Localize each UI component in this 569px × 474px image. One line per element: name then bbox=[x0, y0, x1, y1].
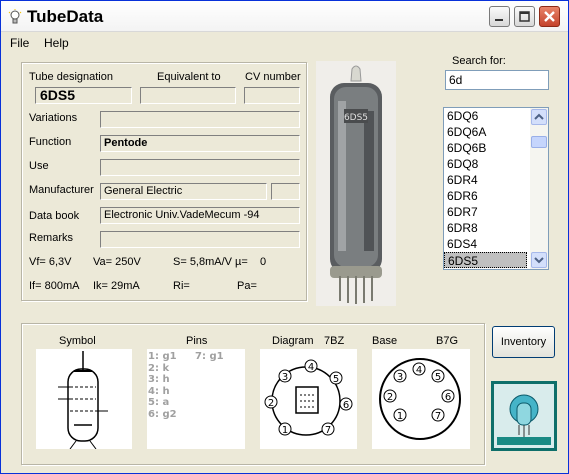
list-item[interactable]: 6DQ8 bbox=[444, 156, 530, 172]
remarks-field[interactable] bbox=[100, 231, 300, 248]
base-pin-7: 7 bbox=[435, 411, 441, 422]
diagram-code: 7BZ bbox=[324, 335, 345, 347]
manufacturer-label: Manufacturer bbox=[29, 184, 94, 196]
pin-entry: 1: g1 bbox=[148, 351, 177, 362]
mu-label: µ= bbox=[235, 256, 248, 268]
scroll-down-button[interactable] bbox=[531, 252, 547, 268]
list-item[interactable]: 6DQ6A bbox=[444, 124, 530, 140]
results-listbox[interactable]: 6DQ6 6DQ6A 6DQ6B 6DQ8 6DR4 6DR6 6DR7 6DR… bbox=[443, 107, 549, 270]
cv-number-label: CV number bbox=[245, 71, 301, 83]
minimize-button[interactable] bbox=[489, 6, 510, 27]
base-pin-5: 5 bbox=[435, 372, 441, 383]
maximize-icon bbox=[519, 11, 530, 22]
close-icon bbox=[544, 11, 555, 22]
pa-value: Pa= bbox=[237, 280, 257, 292]
list-item[interactable]: 6DR4 bbox=[444, 172, 530, 188]
databook-label: Data book bbox=[29, 210, 80, 222]
scroll-up-button[interactable] bbox=[531, 109, 547, 125]
use-label: Use bbox=[29, 160, 49, 172]
base-label: Base bbox=[372, 335, 398, 347]
cv-number-field[interactable] bbox=[244, 87, 300, 104]
list-item[interactable]: 6DQ6 bbox=[444, 108, 530, 124]
menu-help[interactable]: Help bbox=[44, 36, 69, 50]
window-title: TubeData bbox=[27, 7, 104, 26]
va-value: Va= 250V bbox=[93, 256, 141, 268]
pin-entry: 4: h bbox=[148, 385, 170, 397]
diagram-pin-2: 2 bbox=[268, 398, 274, 409]
app-logo bbox=[491, 381, 557, 451]
function-label: Function bbox=[29, 136, 72, 148]
lightbulb-icon bbox=[8, 9, 22, 24]
ri-value: Ri= bbox=[173, 280, 190, 292]
base-pin-2: 2 bbox=[387, 392, 393, 403]
tube-label-text: 6DS5 bbox=[344, 113, 368, 123]
manufacturer-extra-field[interactable] bbox=[271, 183, 300, 200]
base-diagram: 1 2 3 4 5 6 7 bbox=[372, 349, 470, 449]
list-item[interactable]: 6DS4 bbox=[444, 236, 530, 252]
remarks-label: Remarks bbox=[29, 232, 74, 244]
pin-entry: 5: a bbox=[148, 397, 170, 408]
variations-field[interactable] bbox=[100, 111, 300, 128]
pin-diagram: 1 2 3 4 5 6 7 bbox=[260, 349, 357, 449]
ik-value: Ik= 29mA bbox=[93, 280, 140, 292]
chevron-up-icon bbox=[534, 113, 544, 120]
list-item[interactable]: 6DR6 bbox=[444, 188, 530, 204]
vf-value: Vf= 6,3V bbox=[29, 256, 72, 268]
close-button[interactable] bbox=[539, 6, 560, 27]
equivalent-label: Equivalent to bbox=[157, 71, 221, 83]
diagram-pin-1: 1 bbox=[282, 425, 288, 436]
menu-bar: File Help bbox=[1, 32, 568, 52]
menu-file[interactable]: File bbox=[10, 36, 29, 50]
diagram-pin-6: 6 bbox=[343, 400, 349, 411]
search-input[interactable]: 6d bbox=[445, 70, 549, 90]
variations-label: Variations bbox=[29, 112, 78, 124]
diagram-pin-7: 7 bbox=[325, 425, 331, 436]
pin-entry: 7: g1 bbox=[195, 351, 224, 362]
app-window: TubeData File Help Tube designation Equi… bbox=[0, 0, 569, 474]
pin-entry: 3: h bbox=[148, 374, 170, 385]
diagram-pin-3: 3 bbox=[282, 372, 288, 383]
tube-designation-field[interactable]: 6DS5 bbox=[35, 87, 132, 104]
diagram-label: Diagram bbox=[272, 335, 314, 347]
diagram-pin-5: 5 bbox=[333, 374, 339, 385]
equivalent-field[interactable] bbox=[140, 87, 236, 104]
list-item[interactable]: 6DR8 bbox=[444, 220, 530, 236]
search-label: Search for: bbox=[452, 55, 506, 67]
minimize-icon bbox=[495, 19, 503, 21]
manufacturer-field[interactable]: General Electric bbox=[100, 183, 267, 200]
list-item[interactable]: 6DR7 bbox=[444, 204, 530, 220]
scroll-thumb[interactable] bbox=[531, 136, 547, 148]
list-item[interactable]: 6DQ6B bbox=[444, 140, 530, 156]
chevron-down-icon bbox=[534, 257, 544, 264]
tube-symbol-diagram bbox=[36, 349, 132, 449]
symbol-label: Symbol bbox=[59, 335, 96, 347]
mu-value: 0 bbox=[260, 256, 267, 268]
base-code: B7G bbox=[436, 335, 459, 347]
list-item-selected[interactable]: 6DS5 bbox=[444, 252, 527, 268]
base-pin-3: 3 bbox=[397, 372, 403, 383]
tube-designation-label: Tube designation bbox=[29, 71, 113, 83]
maximize-button[interactable] bbox=[514, 6, 535, 27]
base-pin-4: 4 bbox=[416, 365, 422, 376]
pin-entry: 6: g2 bbox=[148, 408, 177, 420]
listbox-scrollbar[interactable] bbox=[530, 108, 548, 269]
use-field[interactable] bbox=[100, 159, 300, 176]
function-field[interactable]: Pentode bbox=[100, 135, 300, 152]
inventory-button[interactable]: Inventory bbox=[492, 326, 555, 358]
if-value: If= 800mA bbox=[29, 280, 80, 292]
pins-panel: 1: g1 2: k 3: h 4: h 5: a 6: g2 7: g1 bbox=[147, 349, 245, 449]
s-value: S= 5,8mA/V bbox=[173, 256, 233, 268]
databook-field[interactable]: Electronic Univ.VadeMecum -94 bbox=[100, 207, 300, 224]
tube-photo: 6DS5 bbox=[316, 61, 396, 306]
diagram-pin-4: 4 bbox=[308, 362, 314, 373]
title-bar[interactable]: TubeData bbox=[1, 1, 568, 32]
base-pin-1: 1 bbox=[397, 411, 403, 422]
base-pin-6: 6 bbox=[445, 392, 451, 403]
pin-entry: 2: k bbox=[148, 362, 170, 374]
pins-label: Pins bbox=[186, 335, 208, 347]
